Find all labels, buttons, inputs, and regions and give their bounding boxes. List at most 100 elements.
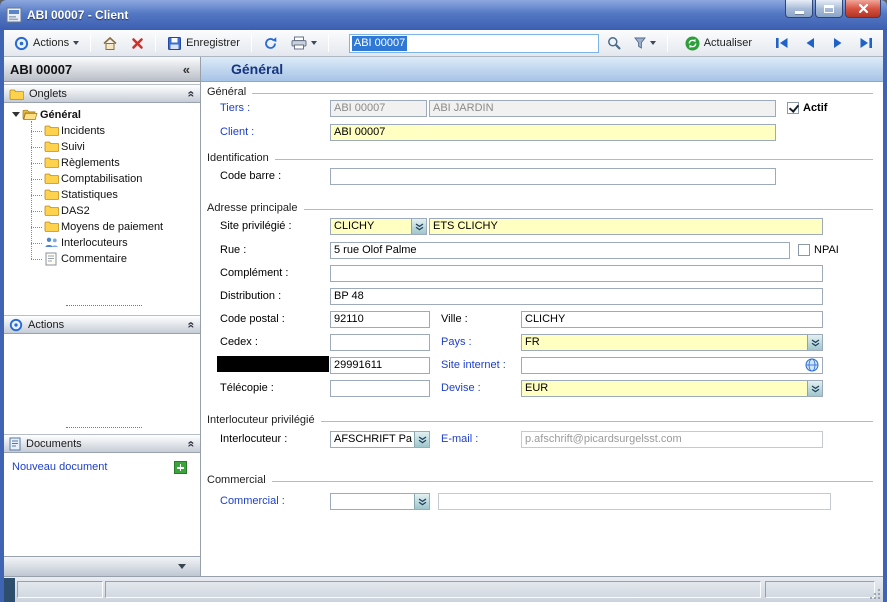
code-postal-field[interactable]: 92110 (330, 311, 430, 328)
tiers-code-field[interactable]: ABI 00007 (330, 100, 427, 117)
actif-checkbox-label[interactable]: Actif (803, 102, 827, 114)
npai-checkbox-label[interactable]: NPAI (814, 244, 839, 256)
minimize-icon (795, 11, 804, 14)
double-chevron-down-icon (418, 436, 427, 444)
titlebar[interactable]: ABI 00007 - Client (0, 0, 887, 30)
tree-item-incidents[interactable]: Incidents (4, 123, 200, 139)
tree-expander-icon[interactable] (12, 112, 20, 117)
onglets-panel-title: Onglets (29, 88, 183, 100)
email-label[interactable]: E-mail : (441, 433, 478, 445)
search-button[interactable] (602, 33, 626, 54)
actualiser-button[interactable]: Actualiser (680, 33, 757, 54)
site-internet-field[interactable] (521, 357, 823, 374)
group-rule (275, 159, 873, 160)
globe-icon[interactable] (805, 358, 819, 372)
delete-icon (131, 37, 144, 50)
sidebar-scroll-down-button[interactable] (4, 556, 200, 576)
email-field[interactable]: p.afschrift@picardsurgelsst.com (521, 431, 823, 448)
interlocuteur-combo[interactable]: AFSCHRIFT Pa (330, 431, 430, 448)
telephone-field[interactable]: 29991611 (330, 357, 430, 374)
site-privilegie-combo[interactable]: CLICHY (330, 218, 427, 235)
code-barre-field[interactable] (330, 168, 776, 185)
ville-field[interactable]: CLICHY (521, 311, 823, 328)
client-label[interactable]: Client : (220, 126, 254, 138)
maximize-button[interactable] (815, 0, 843, 18)
delete-button[interactable] (126, 33, 149, 54)
group-rule (272, 481, 873, 482)
client-field[interactable]: ABI 00007 (330, 124, 776, 141)
toolbar-separator (328, 34, 329, 52)
dropdown-button[interactable] (414, 494, 429, 509)
filter-button[interactable] (629, 33, 661, 54)
new-document-link[interactable]: Nouveau document (12, 461, 107, 473)
statusbar-panel-middle (105, 581, 761, 598)
tree-item-comptabilisation[interactable]: Comptabilisation (4, 171, 200, 187)
tree-item-statistiques[interactable]: Statistiques (4, 187, 200, 203)
page-title: Général (231, 61, 283, 77)
statusbar (4, 576, 883, 602)
tiers-name-field[interactable]: ABI JARDIN (429, 100, 776, 117)
telecopie-label: Télécopie : (220, 382, 274, 394)
sidebar: ABI 00007 « Onglets « Général Incidents (4, 57, 201, 576)
site-internet-label[interactable]: Site internet : (441, 359, 506, 371)
window-icon[interactable] (6, 7, 22, 23)
toolbar-separator (155, 34, 156, 52)
dropdown-button[interactable] (414, 432, 429, 447)
print-icon (291, 36, 307, 50)
cedex-field[interactable] (330, 334, 430, 351)
minimize-button[interactable] (785, 0, 813, 18)
commercial-label[interactable]: Commercial : (220, 495, 285, 507)
save-button[interactable]: Enregistrer (162, 33, 245, 54)
tree-item-moyens-de-paiement[interactable]: Moyens de paiement (4, 219, 200, 235)
search-input[interactable]: ABI 00007 (349, 34, 599, 53)
actions-panel-header[interactable]: Actions « (4, 315, 200, 334)
add-document-button[interactable] (174, 461, 187, 474)
pays-combo[interactable]: FR (521, 334, 823, 351)
first-record-button[interactable] (770, 33, 794, 53)
onglets-panel-header[interactable]: Onglets « (4, 84, 200, 103)
close-button[interactable] (845, 0, 881, 18)
documents-panel-header[interactable]: Documents « (4, 434, 200, 453)
tree-item-label: Moyens de paiement (61, 221, 163, 233)
print-button[interactable] (286, 33, 322, 54)
last-record-button[interactable] (854, 33, 878, 53)
site-name-field[interactable]: ETS CLICHY (429, 218, 823, 235)
actions-menu-button[interactable]: Actions (9, 33, 84, 54)
dropdown-button[interactable] (807, 381, 822, 396)
distribution-field[interactable]: BP 48 (330, 288, 823, 305)
folder-icon (9, 88, 24, 100)
previous-record-button[interactable] (798, 33, 822, 53)
pays-label[interactable]: Pays : (441, 336, 472, 348)
distribution-label: Distribution : (220, 290, 281, 302)
maximize-icon (824, 5, 834, 13)
complement-field[interactable] (330, 265, 823, 282)
tree-item-general[interactable]: Général (4, 107, 200, 123)
telecopie-field[interactable] (330, 380, 430, 397)
tree-item-das2[interactable]: DAS2 (4, 203, 200, 219)
note-icon (45, 252, 57, 266)
home-button[interactable] (97, 33, 123, 54)
tiers-label[interactable]: Tiers : (220, 102, 250, 114)
dropdown-button[interactable] (411, 219, 426, 234)
group-rule (304, 209, 874, 210)
next-record-icon (831, 37, 845, 49)
tree-item-interlocuteurs[interactable]: Interlocuteurs (4, 235, 200, 251)
commercial-name-field[interactable] (438, 493, 831, 510)
sidebar-collapse-button[interactable]: « (179, 62, 194, 77)
tree-item-label: Commentaire (61, 253, 127, 265)
commercial-combo[interactable] (330, 493, 430, 510)
previous-record-icon (803, 37, 817, 49)
refresh-button[interactable] (258, 33, 283, 54)
resize-grip[interactable] (869, 588, 881, 600)
search-input-value: ABI 00007 (352, 36, 407, 51)
devise-combo[interactable]: EUR (521, 380, 823, 397)
dropdown-button[interactable] (807, 335, 822, 350)
tree-item-commentaire[interactable]: Commentaire (4, 251, 200, 267)
devise-label[interactable]: Devise : (441, 382, 481, 394)
next-record-button[interactable] (826, 33, 850, 53)
npai-checkbox[interactable] (798, 244, 810, 256)
tree-item-suivi[interactable]: Suivi (4, 139, 200, 155)
tree-item-reglements[interactable]: Règlements (4, 155, 200, 171)
actif-checkbox[interactable] (787, 102, 799, 114)
rue-field[interactable]: 5 rue Olof Palme (330, 242, 790, 259)
